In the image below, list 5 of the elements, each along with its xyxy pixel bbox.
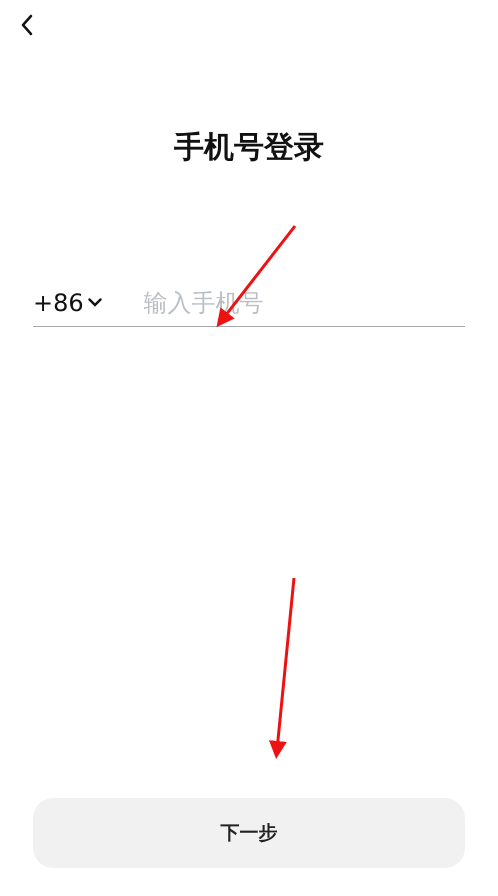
next-button[interactable]: 下一步 — [33, 798, 465, 868]
chevron-down-icon — [88, 298, 102, 307]
country-code-selector[interactable]: +86 — [33, 284, 102, 320]
page-title: 手机号登录 — [174, 129, 324, 167]
back-icon — [20, 14, 34, 36]
